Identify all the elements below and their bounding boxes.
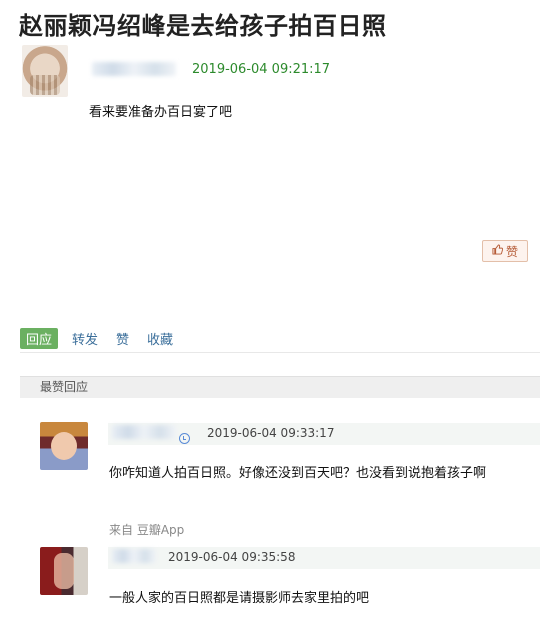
post-timestamp: 2019-06-04 09:21:17 — [192, 62, 331, 77]
reply-source[interactable]: 来自 豆瓣App — [109, 521, 184, 538]
reply-button[interactable]: 回应 — [20, 328, 59, 349]
thumbs-up-icon — [492, 244, 504, 258]
reply-timestamp: 2019-06-04 09:35:58 — [168, 550, 296, 564]
post-like-button[interactable]: 赞 — [482, 240, 528, 262]
collect-button[interactable]: 收藏 — [147, 329, 173, 348]
replier-avatar[interactable] — [40, 547, 88, 595]
action-bar: 回应 转发 赞 收藏 — [20, 328, 191, 349]
replier-avatar[interactable] — [40, 422, 88, 470]
forward-button[interactable]: 转发 — [72, 329, 98, 348]
page-title: 赵丽颖冯绍峰是去给孩子拍百日照 — [19, 12, 387, 40]
reply-text: 你咋知道人拍百日照。好像还没到百天吧？也没看到说抱着孩子啊 — [109, 466, 487, 481]
author-name[interactable] — [92, 62, 176, 76]
replier-name[interactable] — [112, 425, 176, 439]
reply-text: 一般人家的百日照都是请摄影师去家里拍的吧 — [109, 591, 370, 606]
clock-icon — [179, 433, 190, 444]
like-button-label: 赞 — [505, 244, 518, 259]
divider — [20, 352, 540, 353]
like-link[interactable]: 赞 — [116, 329, 129, 348]
replier-name[interactable] — [112, 549, 156, 563]
best-replies-header: 最赞回应 — [20, 376, 540, 398]
post-content: 看来要准备办百日宴了吧 — [89, 105, 233, 120]
author-avatar[interactable] — [22, 45, 68, 97]
reply-timestamp: 2019-06-04 09:33:17 — [207, 426, 335, 440]
